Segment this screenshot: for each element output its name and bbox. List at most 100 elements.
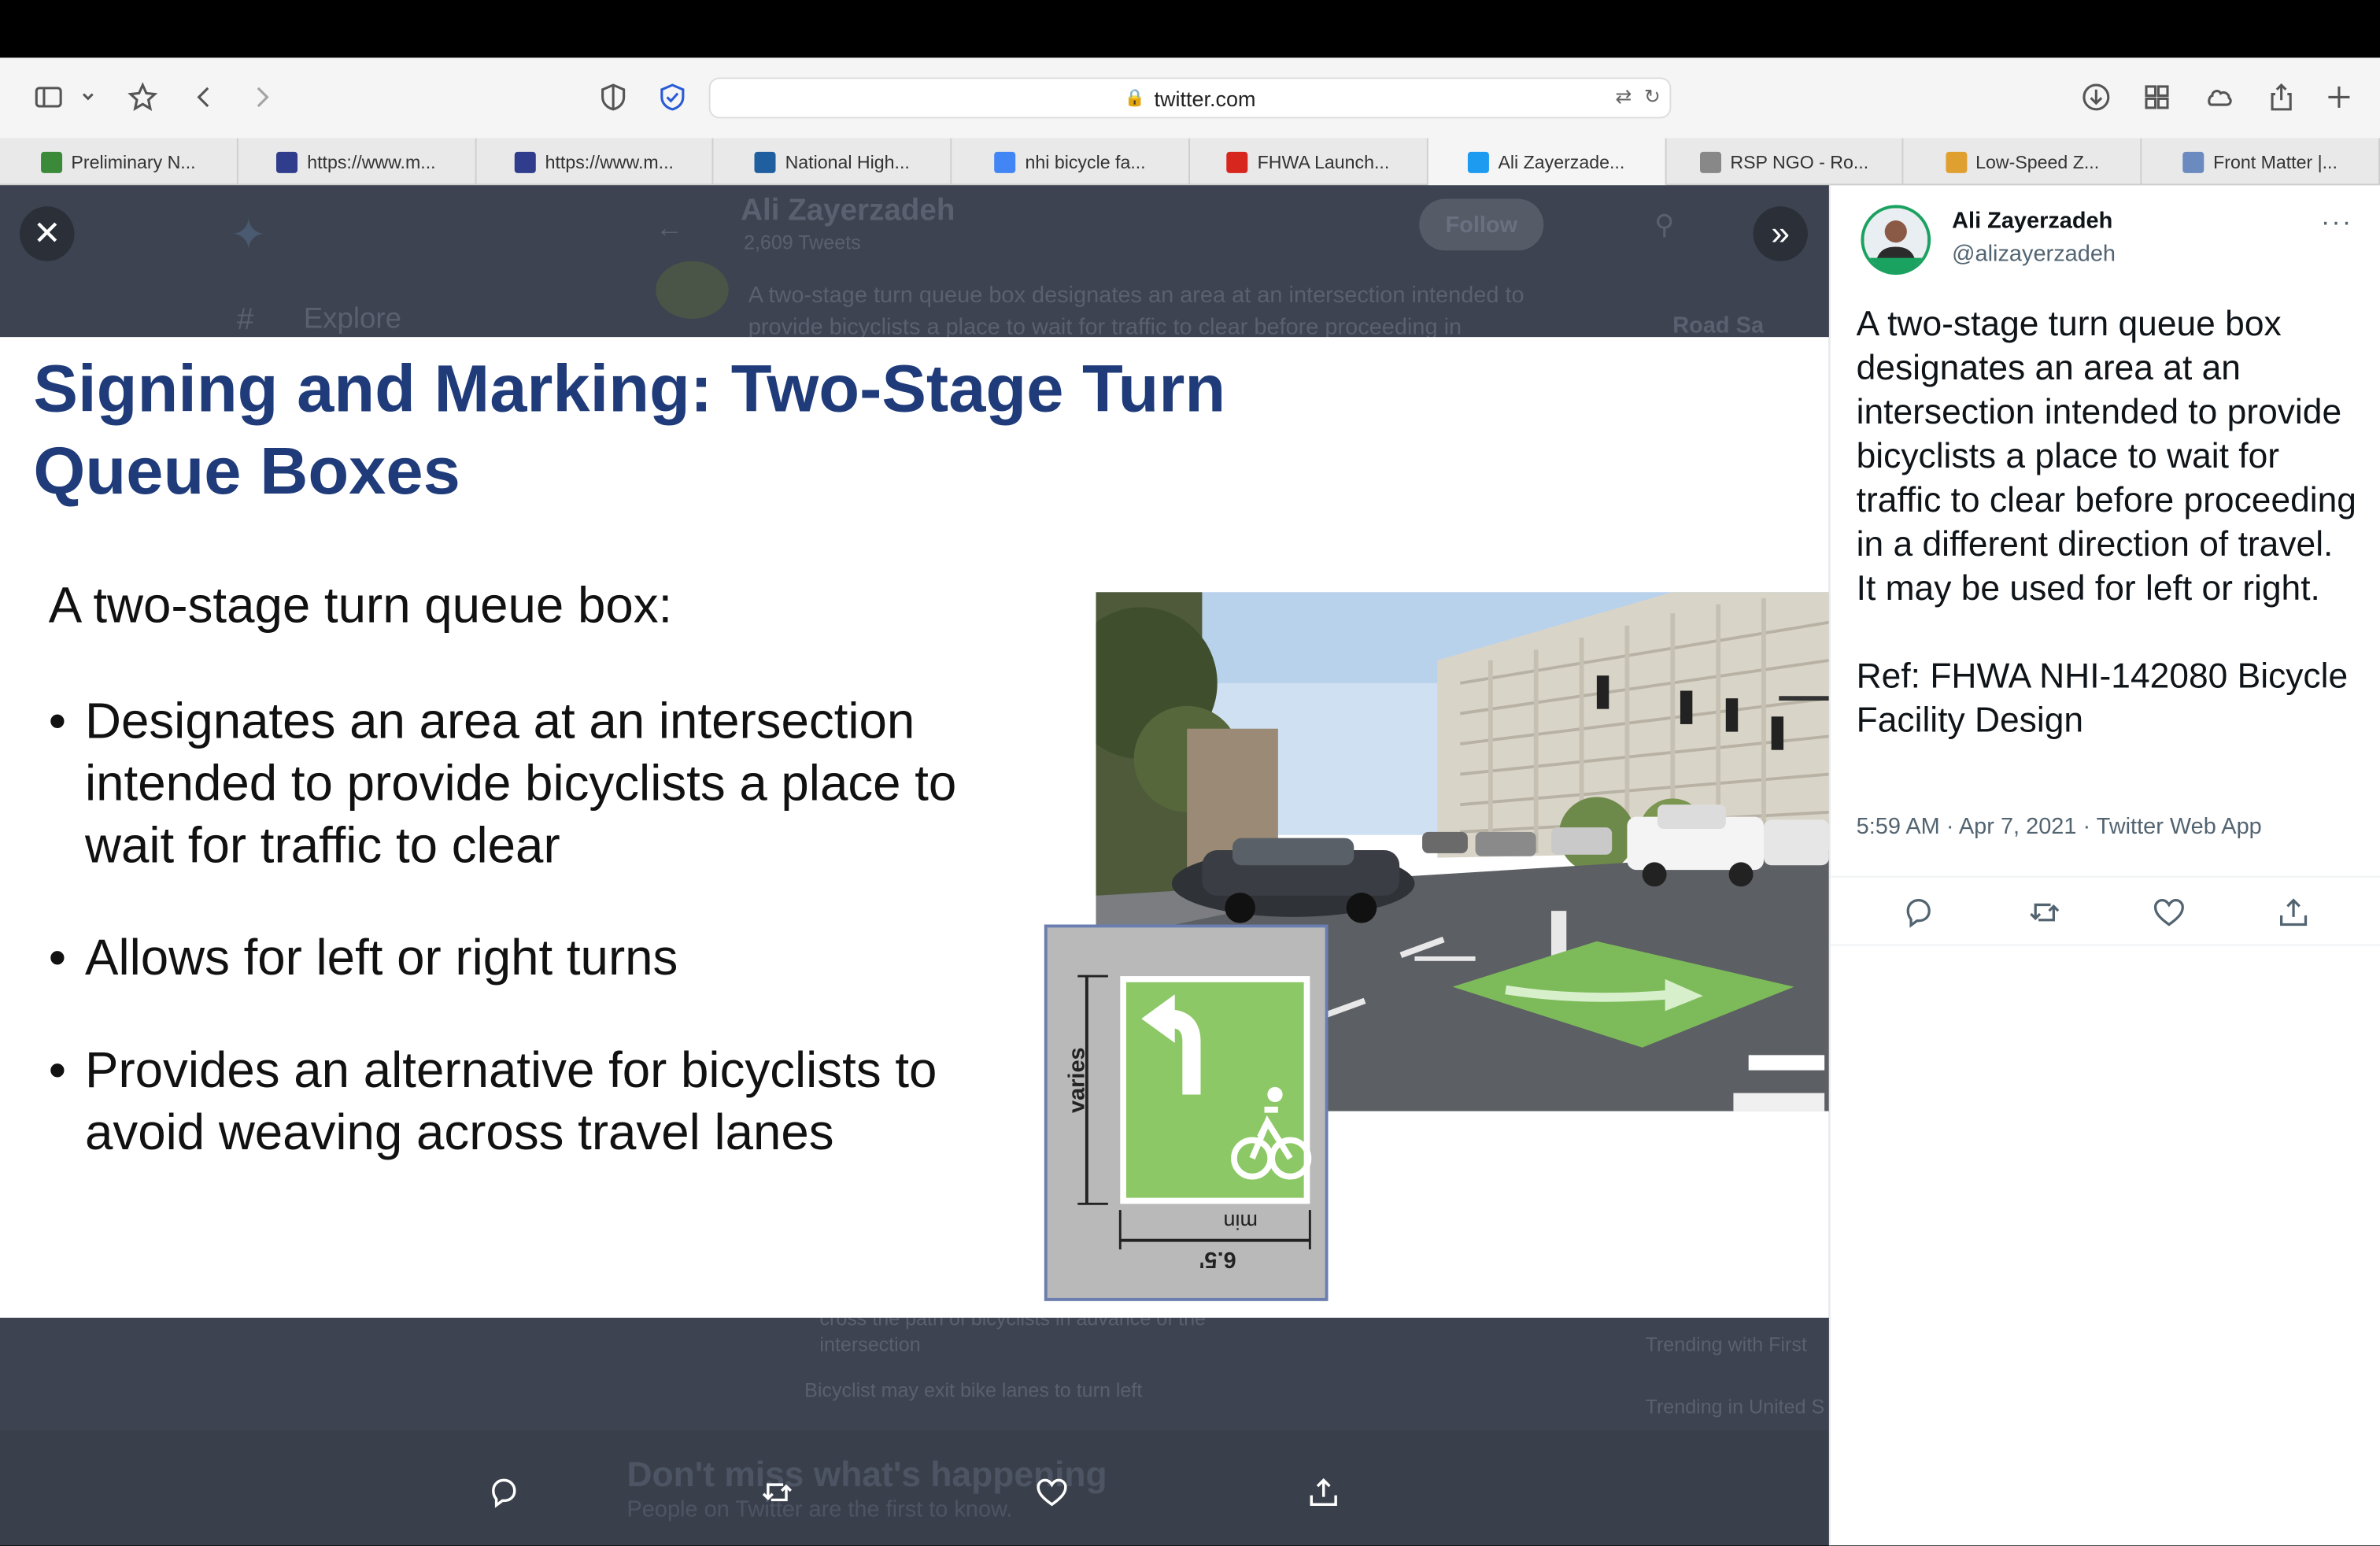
tab-label: Preliminary N... [71,150,196,172]
ghost-avatar [656,261,729,319]
tweet-action-bar [1830,875,2380,946]
slide-bullet: Provides an alternative for bicyclists t… [49,1038,990,1163]
ghost-tweet-count: 2,609 Tweets [743,231,861,254]
author-handle[interactable]: @alizayerzadeh [1952,242,2116,268]
tab-favicon-icon [1227,150,1249,172]
tab-6-active[interactable]: Ali Zayerzade... [1428,138,1666,186]
tab-1[interactable]: https://www.m... [238,138,476,186]
viewer-action-bar: Don't miss what's happening People on Tw… [0,1429,1829,1546]
ghost-trend-2: Trending in United S [1645,1395,1825,1418]
tab-favicon-icon [994,150,1016,172]
reply-icon[interactable] [1901,896,1935,929]
url-text: twitter.com [1154,85,1256,110]
menu-bar [0,0,2380,58]
ghost-banner-sub: People on Twitter are the first to know. [626,1496,1013,1523]
close-icon: ✕ [33,213,61,253]
share-tweet-icon[interactable] [1306,1476,1340,1509]
tweet-text: A two-stage turn queue box designates an… [1856,303,2356,740]
tab-favicon-icon [755,150,777,172]
tab-favicon-icon [1699,150,1721,172]
double-chevron-right-icon: » [1771,213,1791,253]
ghost-bottom-2: Bicyclist may exit bike lanes to turn le… [804,1378,1143,1402]
share-icon[interactable] [2263,79,2299,115]
tab-3[interactable]: National High... [714,138,952,186]
stage: 🔒 twitter.com ⇄ ↻ Preliminary N... https… [0,0,2380,1546]
tab-label: https://www.m... [545,150,674,172]
tab-favicon-icon [40,150,62,172]
ghost-trend-1: Trending with First [1645,1333,1807,1356]
tab-4[interactable]: nhi bicycle fa... [952,138,1190,186]
downloads-icon[interactable] [2078,79,2114,115]
address-bar[interactable]: 🔒 twitter.com ⇄ ↻ [708,77,1672,119]
tab-label: Low-Speed Z... [1975,150,2100,172]
sidebar-toggle-icon[interactable] [31,79,67,115]
tab-favicon-icon [1945,150,1967,172]
icloud-icon[interactable] [2201,79,2237,115]
expand-sidebar-button[interactable]: » [1753,206,1808,261]
ghost-back-icon: ← [656,212,683,243]
tab-label: National High... [785,150,910,172]
password-shield-icon[interactable] [654,79,690,115]
back-icon[interactable] [187,79,223,115]
tweet-meta[interactable]: 5:59 AM · Apr 7, 2021 · Twitter Web App [1857,814,2262,840]
ghost-explore-hash-icon: # [236,303,254,338]
tab-9[interactable]: Front Matter |... [2142,138,2380,186]
ghost-search-icon: ⚲ [1654,209,1675,240]
author-avatar-graphic [1864,208,1928,272]
privacy-shield-icon[interactable] [595,79,631,115]
tab-0[interactable]: Preliminary N... [0,138,238,186]
like-heart-icon[interactable] [1035,1476,1068,1509]
reply-icon[interactable] [487,1476,520,1509]
tab-2[interactable]: https://www.m... [476,138,715,186]
tab-bar: Preliminary N... https://www.m... https:… [0,138,2380,186]
app-window: 🔒 twitter.com ⇄ ↻ Preliminary N... https… [0,0,2380,1546]
tab-favicon-icon [1467,150,1489,172]
new-tab-icon[interactable] [2321,79,2357,115]
author-avatar[interactable] [1861,205,1931,276]
browser-toolbar: 🔒 twitter.com ⇄ ↻ [0,57,2380,139]
diagram-width-label: 6.5' [1199,1246,1236,1273]
ghost-snippet: A two-stage turn queue box designates an… [748,282,1524,340]
reload-icon[interactable]: ↻ [1644,85,1661,109]
ghost-follow-button: Follow [1419,198,1544,251]
tab-favicon-icon [2182,150,2204,172]
slide-bullet: Allows for left or right turns [49,926,990,988]
ghost-road: Road Sa [1672,313,1765,339]
tab-8[interactable]: Low-Speed Z... [1904,138,2142,186]
tab-favicon-icon [276,150,298,172]
like-heart-icon[interactable] [2153,896,2186,929]
slide-bullet: Designates an area at an intersection in… [49,690,990,876]
slide-title: Signing and Marking: Two-Stage Turn Queu… [33,352,1226,509]
slide-intro: A two-stage turn queue box: [48,576,673,634]
bookmark-star-icon[interactable] [124,79,161,115]
tab-favicon-icon [515,150,537,172]
twitter-logo-icon: ✦ [231,211,267,258]
tab-label: FHWA Launch... [1257,150,1390,172]
tab-label: nhi bicycle fa... [1025,150,1146,172]
retweet-icon[interactable] [2028,896,2061,929]
tab-label: Ali Zayerzade... [1498,150,1625,172]
ghost-explore: Explore [303,303,401,336]
tab-overview-icon[interactable] [2138,79,2175,115]
media-viewer: ✦ ← Ali Zayerzadeh 2,609 Tweets Follow ⚲… [0,185,1829,1546]
tab-label: Front Matter |... [2213,150,2338,172]
close-viewer-button[interactable]: ✕ [20,206,75,261]
share-tweet-icon[interactable] [2277,896,2310,929]
slide-bullet-list: Designates an area at an intersection in… [49,690,990,1213]
queue-box-diagram: varies min 6.5' [1044,924,1329,1301]
forward-icon[interactable] [243,79,279,115]
tab-label: RSP NGO - Ro... [1730,150,1869,172]
tab-5[interactable]: FHWA Launch... [1190,138,1428,186]
diagram-varies-label: varies [1064,1047,1091,1114]
translate-icon[interactable]: ⇄ [1615,85,1632,109]
lock-icon: 🔒 [1124,89,1145,108]
slide-image: Signing and Marking: Two-Stage Turn Queu… [0,337,1829,1318]
more-options-icon[interactable]: ··· [2321,206,2352,238]
tab-label: https://www.m... [307,150,436,172]
ghost-profile-name: Ali Zayerzadeh [741,194,955,228]
tab-7[interactable]: RSP NGO - Ro... [1666,138,1905,186]
author-name[interactable]: Ali Zayerzadeh [1952,208,2112,234]
diagram-min-label: min [1223,1210,1258,1234]
chevron-down-icon[interactable] [73,79,104,115]
retweet-icon[interactable] [760,1476,793,1509]
